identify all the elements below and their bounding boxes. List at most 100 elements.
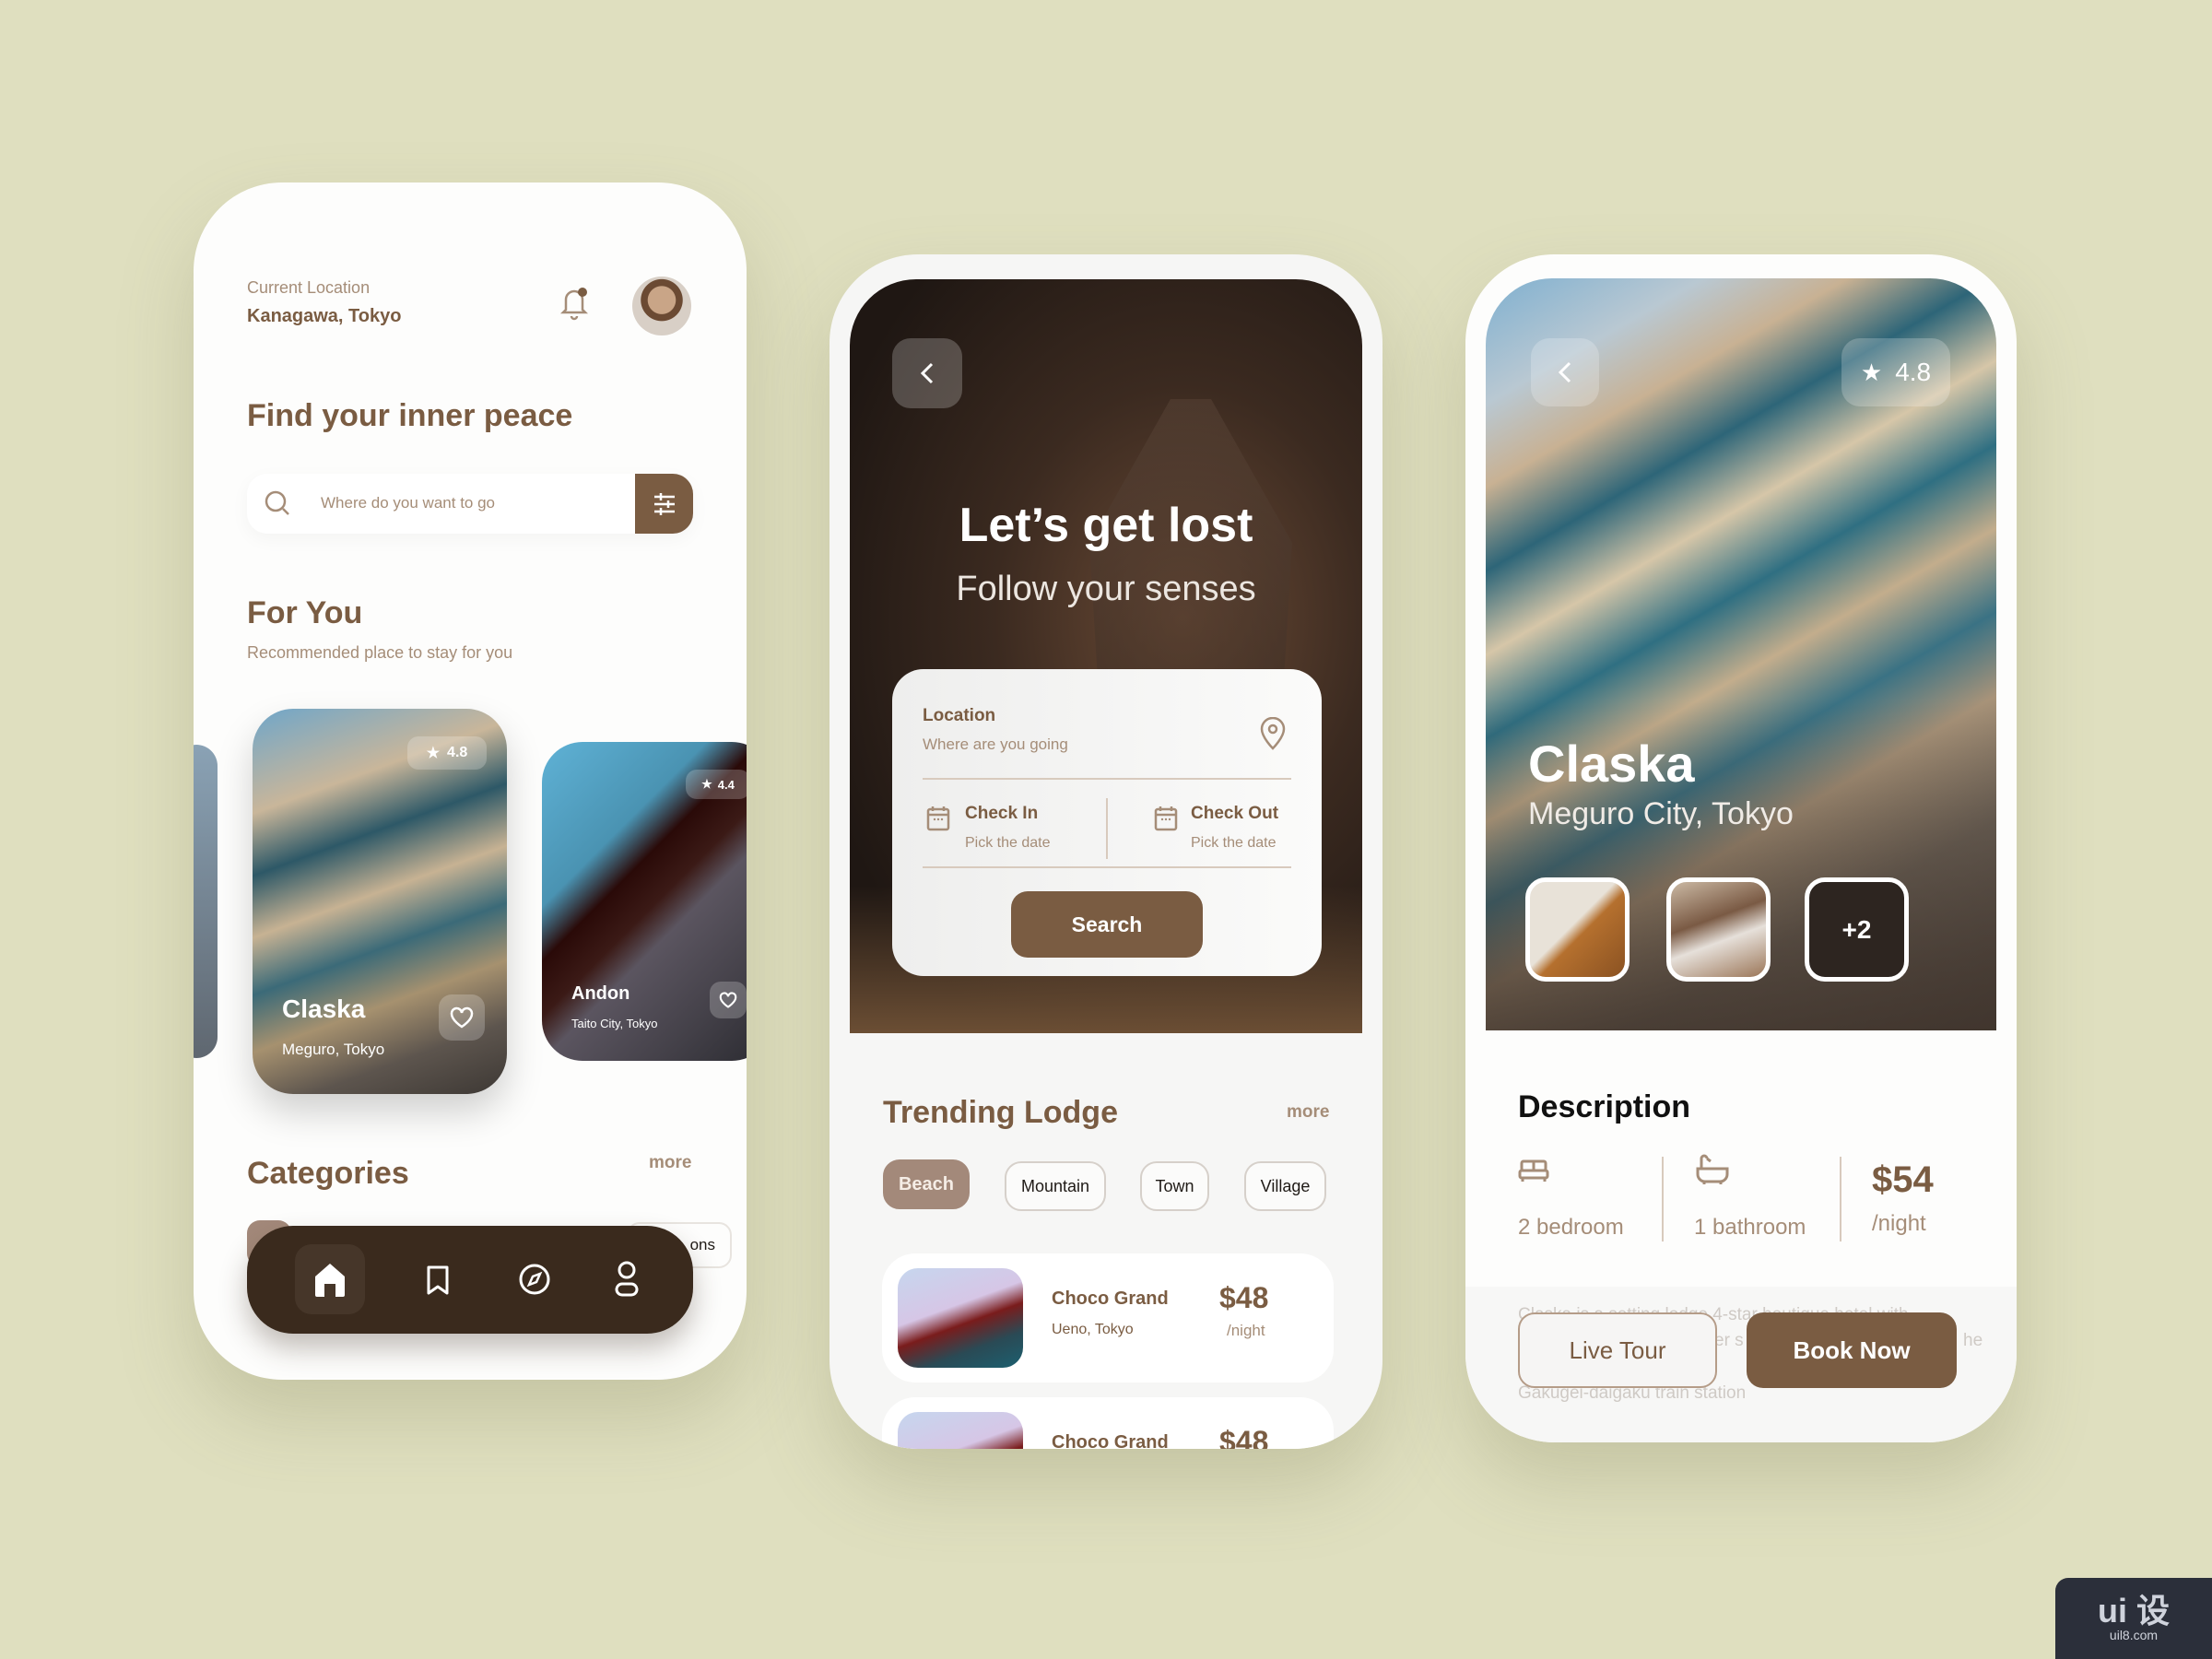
avatar[interactable]: [632, 276, 691, 335]
bed-icon: [1518, 1159, 1549, 1183]
sliders-icon: [653, 492, 675, 515]
location-input[interactable]: Where are you going: [923, 735, 1068, 754]
description-text: er s: [1714, 1331, 1744, 1350]
lodge-thumbnail: [898, 1412, 1023, 1449]
hero-title: Let’s get lost: [959, 499, 1253, 552]
price-unit: /night: [1872, 1211, 1926, 1236]
search-button[interactable]: Search: [1011, 891, 1203, 958]
home-screen: Current Location Kanagawa, Tokyo Find yo…: [194, 182, 747, 1380]
place-card-andon[interactable]: ★ 4.4 Andon Taito City, Tokyo: [542, 742, 747, 1061]
card-location: Meguro, Tokyo: [282, 1041, 385, 1058]
search-input[interactable]: Where do you want to go: [321, 494, 495, 512]
nav-profile[interactable]: [614, 1261, 640, 1298]
nav-bookmark[interactable]: [426, 1265, 450, 1296]
rating-badge: ★ 4.4: [686, 770, 747, 799]
photo-thumbnail[interactable]: [1666, 877, 1771, 982]
for-you-title: For You: [247, 595, 363, 630]
filter-button[interactable]: [635, 474, 693, 534]
bookmark-icon: [427, 1265, 449, 1295]
price: $54: [1872, 1159, 1934, 1200]
check-out-label: Check Out: [1191, 804, 1279, 823]
current-location-value[interactable]: Kanagawa, Tokyo: [247, 306, 401, 327]
lodge-thumbnail: [898, 1268, 1023, 1368]
book-now-button[interactable]: Book Now: [1747, 1312, 1957, 1388]
property-location: Meguro City, Tokyo: [1528, 796, 1794, 831]
place-card-claska[interactable]: ★ 4.8 Claska Meguro, Tokyo: [253, 709, 507, 1094]
home-icon: [315, 1264, 345, 1297]
heart-icon: [450, 1006, 474, 1029]
calendar-icon: [1154, 806, 1178, 831]
lodge-location: Ueno, Tokyo: [1052, 1322, 1134, 1337]
compass-icon: [519, 1264, 550, 1295]
chevron-left-icon: [1558, 361, 1571, 383]
check-in-field[interactable]: Check In Pick the date: [923, 798, 1098, 863]
divider: [1662, 1157, 1664, 1241]
detail-screen: ★ 4.8 Claska Meguro City, Tokyo +2 Descri…: [1465, 254, 2017, 1442]
location-label: Location: [923, 706, 996, 725]
rating-badge: ★ 4.8: [1841, 338, 1950, 406]
bottom-nav: [247, 1226, 693, 1334]
star-icon: ★: [701, 777, 712, 791]
back-button[interactable]: [892, 338, 962, 408]
hero-subtitle: Follow your senses: [956, 570, 1256, 608]
star-icon: ★: [1860, 358, 1883, 386]
bathtub-icon: [1696, 1154, 1729, 1185]
favorite-button[interactable]: [439, 994, 485, 1041]
divider: [1106, 798, 1108, 859]
lodge-name: Choco Grand: [1052, 1432, 1169, 1449]
bell-icon[interactable]: [560, 286, 588, 321]
check-in-label: Check In: [965, 804, 1039, 823]
card-location: Taito City, Tokyo: [571, 1017, 658, 1030]
divider: [923, 866, 1291, 868]
lodge-price-unit: /night: [1227, 1322, 1265, 1339]
rating-badge: ★ 4.8: [407, 736, 487, 770]
check-out-placeholder: Pick the date: [1191, 835, 1277, 851]
star-icon: ★: [426, 746, 441, 761]
place-card-partial[interactable]: [194, 745, 218, 1058]
current-location-label: Current Location: [247, 278, 371, 297]
lodge-price: $48: [1219, 1281, 1269, 1314]
lodge-name: Choco Grand: [1052, 1288, 1169, 1309]
watermark-logo: ui 设 uil8.com: [2055, 1578, 2212, 1659]
headline: Find your inner peace: [247, 398, 573, 433]
chevron-left-icon: [920, 362, 934, 384]
search-form: Location Where are you going Check In Pi…: [892, 669, 1322, 976]
chip-beach[interactable]: Beach: [883, 1159, 970, 1209]
lodge-price: $48: [1219, 1425, 1269, 1449]
more-photos-button[interactable]: +2: [1805, 877, 1909, 982]
search-screen: Let’s get lost Follow your senses Locati…: [830, 254, 1382, 1449]
photo-thumbnail[interactable]: [1525, 877, 1630, 982]
card-title: Claska: [282, 994, 366, 1023]
trending-title: Trending Lodge: [883, 1095, 1118, 1130]
chip-village[interactable]: Village: [1244, 1161, 1326, 1211]
heart-icon: [719, 992, 737, 1008]
nav-home[interactable]: [295, 1244, 365, 1314]
card-title: Andon: [571, 983, 630, 1004]
categories-more-link[interactable]: more: [649, 1153, 691, 1173]
user-icon: [615, 1261, 639, 1297]
lodge-list-item[interactable]: Choco Grand $48: [882, 1397, 1334, 1449]
trending-more-link[interactable]: more: [1287, 1102, 1329, 1123]
lodge-list-item[interactable]: Choco Grand Ueno, Tokyo $48 /night: [882, 1253, 1334, 1382]
live-tour-button[interactable]: Live Tour: [1518, 1312, 1717, 1388]
search-icon: [264, 489, 291, 517]
check-in-placeholder: Pick the date: [965, 835, 1051, 851]
property-name: Claska: [1528, 735, 1695, 793]
search-bar: Where do you want to go: [247, 474, 693, 534]
description-title: Description: [1518, 1089, 1691, 1124]
chip-town[interactable]: Town: [1140, 1161, 1209, 1211]
divider: [923, 778, 1291, 780]
description-text: he: [1963, 1331, 1983, 1350]
back-button[interactable]: [1531, 338, 1599, 406]
for-you-subtitle: Recommended place to stay for you: [247, 643, 513, 662]
bedroom-count: 2 bedroom: [1518, 1215, 1624, 1240]
map-pin-icon[interactable]: [1259, 717, 1287, 750]
nav-explore[interactable]: [518, 1263, 551, 1296]
bathroom-count: 1 bathroom: [1694, 1215, 1806, 1240]
favorite-button[interactable]: [710, 982, 747, 1018]
check-out-field[interactable]: Check Out Pick the date: [1154, 798, 1311, 863]
divider: [1840, 1157, 1841, 1241]
chip-mountain[interactable]: Mountain: [1005, 1161, 1106, 1211]
categories-title: Categories: [247, 1156, 409, 1191]
calendar-icon: [926, 806, 950, 831]
